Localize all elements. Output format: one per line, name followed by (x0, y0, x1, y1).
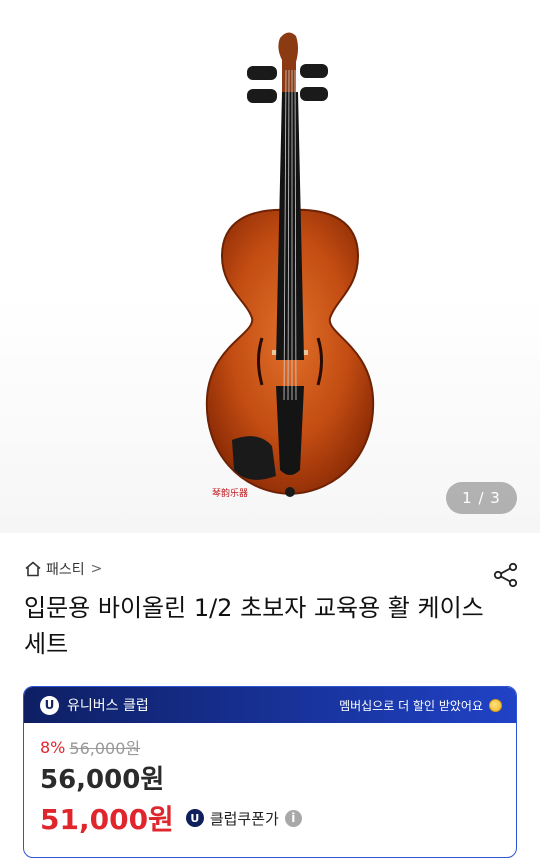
discount-rate: 8% (40, 737, 66, 757)
club-header[interactable]: U 유니버스 클럽 멤버십으로 더 할인 받았어요 (24, 687, 516, 723)
sale-price: 56,000원 (40, 765, 165, 795)
breadcrumb[interactable]: 패스티 > (24, 558, 102, 580)
share-icon[interactable] (492, 561, 520, 589)
universe-badge-icon: U (40, 695, 59, 715)
watermark-text: 琴韵乐器 (212, 487, 248, 499)
coin-icon (489, 698, 502, 712)
coupon-label: 클럽쿠폰가 (209, 809, 279, 828)
universe-club-price-box: U 유니버스 클럽 멤버십으로 더 할인 받았어요 8% 56,000원 56,… (23, 686, 517, 858)
info-icon[interactable]: i (284, 809, 302, 827)
product-image-gallery[interactable]: 琴韵乐器 1 / 3 (0, 0, 540, 533)
original-price: 56,000원 (69, 739, 141, 758)
image-counter: 1 / 3 (446, 482, 517, 514)
product-title: 입문용 바이올린 1/2 초보자 교육용 활 케이스 세트 (24, 594, 484, 658)
home-icon (25, 561, 41, 577)
club-name: 유니버스 클럽 (67, 698, 149, 714)
club-promo-text: 멤버십으로 더 할인 받았어요 (339, 698, 483, 713)
breadcrumb-label: 패스티 (46, 562, 85, 578)
coupon-price: 51,000원 (40, 803, 174, 836)
violin-image: 琴韵乐器 (205, 32, 375, 499)
club-coupon-badge-icon: U (185, 809, 204, 827)
chevron-right-icon: > (90, 561, 103, 577)
